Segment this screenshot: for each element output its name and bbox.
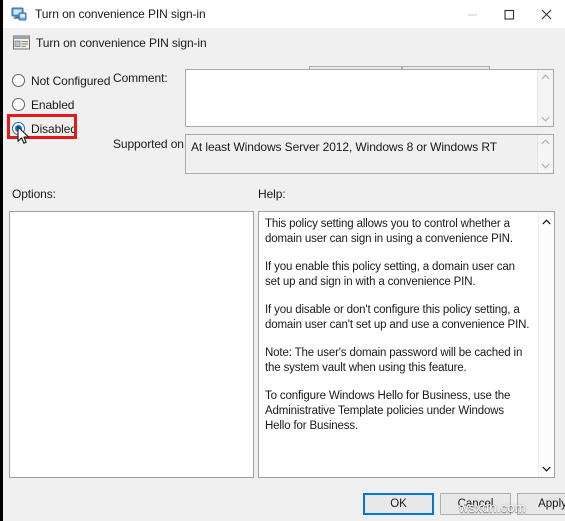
help-paragraph: This policy setting allows you to contro… — [265, 218, 513, 245]
policy-setting-icon — [13, 35, 30, 51]
scroll-up-icon[interactable] — [542, 212, 551, 230]
supported-on-field: At least Windows Server 2012, Windows 8 … — [185, 134, 554, 174]
radio-option-disabled[interactable]: Disabled — [12, 120, 77, 137]
radio-label-enabled: Enabled — [31, 97, 75, 112]
help-paragraph: To configure Windows Hello for Business,… — [265, 390, 511, 432]
options-label: Options: — [12, 187, 56, 201]
title-bar: Turn on convenience PIN sign-in — [3, 0, 565, 28]
help-paragraph: If you disable or don't configure this p… — [265, 304, 530, 331]
radio-indicator-disabled[interactable] — [12, 122, 25, 135]
cancel-button[interactable]: Cancel — [440, 493, 511, 515]
comment-label: Comment: — [113, 71, 168, 85]
ok-button[interactable]: OK — [363, 493, 434, 515]
help-paragraph: If you enable this policy setting, a dom… — [265, 261, 515, 288]
supported-on-value: At least Windows Server 2012, Windows 8 … — [191, 140, 497, 154]
options-panel[interactable] — [9, 211, 254, 478]
help-text-content: This policy setting allows you to contro… — [259, 212, 538, 447]
policy-name-label: Turn on convenience PIN sign-in — [36, 36, 207, 50]
group-policy-setting-dialog: Turn on convenience PIN sign-in Turn on … — [0, 0, 565, 521]
help-scrollbar[interactable] — [538, 212, 554, 477]
radio-option-not-configured[interactable]: Not Configured — [12, 72, 110, 89]
close-icon[interactable] — [528, 0, 565, 28]
window-controls — [454, 0, 565, 28]
minimize-icon[interactable] — [454, 0, 491, 28]
supported-on-label: Supported on: — [113, 137, 188, 151]
help-panel: This policy setting allows you to contro… — [258, 211, 555, 478]
radio-indicator-not-configured[interactable] — [12, 74, 25, 87]
radio-label-not-configured: Not Configured — [31, 73, 111, 88]
window-title: Turn on convenience PIN sign-in — [35, 7, 206, 21]
computer-policy-icon — [11, 6, 27, 22]
radio-option-enabled[interactable]: Enabled — [12, 96, 74, 113]
scroll-down-icon[interactable] — [542, 459, 551, 477]
scroll-down-icon[interactable] — [538, 112, 553, 126]
scroll-up-icon[interactable] — [538, 70, 553, 84]
policy-header: Turn on convenience PIN sign-in Previous… — [3, 28, 565, 87]
comment-scrollbar[interactable] — [537, 70, 553, 126]
apply-button[interactable]: Apply — [517, 493, 565, 515]
help-paragraph: Note: The user's domain password will be… — [265, 347, 523, 374]
maximize-icon[interactable] — [491, 0, 528, 28]
radio-label-disabled: Disabled — [31, 121, 77, 136]
supported-on-scrollbar[interactable] — [537, 135, 553, 173]
comment-input[interactable] — [185, 69, 554, 127]
help-label: Help: — [258, 187, 286, 201]
radio-indicator-enabled[interactable] — [12, 98, 25, 111]
scroll-up-icon[interactable] — [538, 135, 553, 149]
scroll-down-icon[interactable] — [538, 159, 553, 173]
